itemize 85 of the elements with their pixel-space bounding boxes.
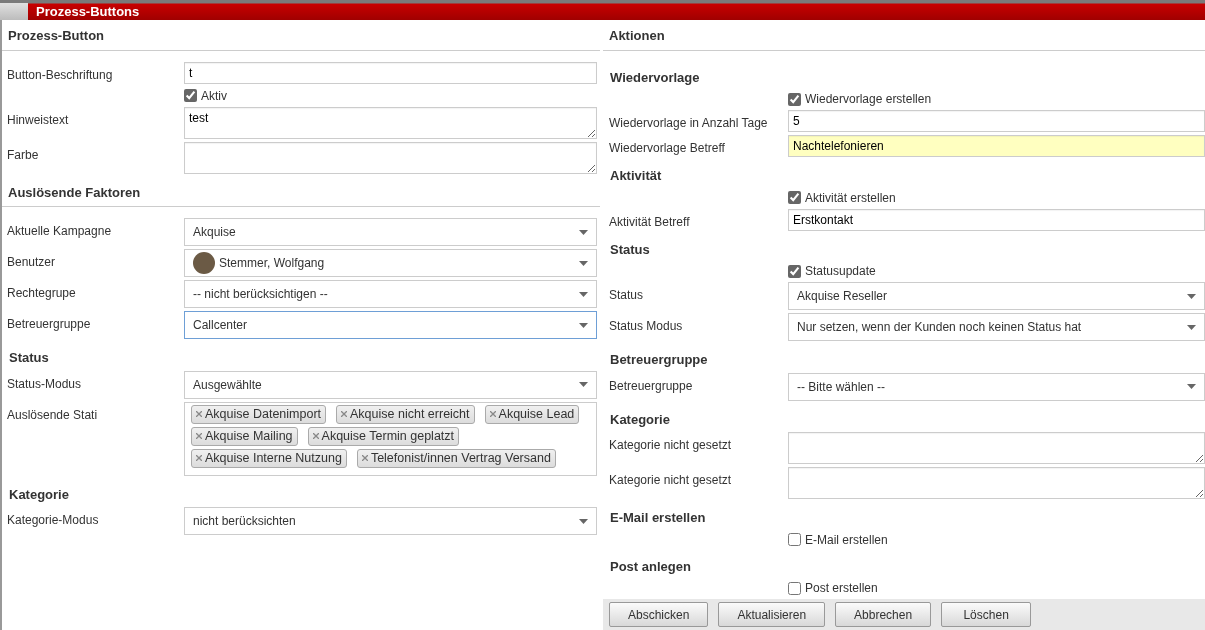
field-label: Status Modus — [608, 318, 684, 335]
checkbox-label: Wiedervorlage erstellen — [805, 91, 932, 108]
field-label: Hinweistext — [6, 111, 70, 129]
group-heading: Kategorie — [609, 410, 671, 429]
dropdown[interactable]: Callcenter — [184, 311, 597, 339]
field-label: Wiedervorlage Betreff — [608, 140, 726, 157]
dropdown[interactable]: Stemmer, Wolfgang — [184, 249, 597, 277]
checkbox[interactable] — [788, 92, 801, 106]
group-heading: Post anlegen — [609, 557, 692, 576]
checkbox-label: E-Mail erstellen — [805, 531, 888, 549]
checkbox[interactable] — [184, 89, 197, 102]
field-label: Kategorie-Modus — [6, 512, 100, 529]
group-heading: Betreuergruppe — [609, 351, 709, 369]
remove-icon — [489, 411, 496, 417]
dropdown[interactable]: Akquise — [184, 218, 597, 246]
remove-icon — [341, 411, 348, 417]
field-label: Auslösende Stati — [6, 406, 99, 424]
section-title: Prozess-Button — [2, 20, 600, 51]
caret-icon — [579, 518, 588, 524]
dropdown[interactable]: -- nicht berücksichtigen -- — [184, 280, 597, 308]
input-field[interactable]: t — [184, 61, 597, 84]
field-label: Wiedervorlage in Anzahl Tage — [608, 115, 769, 132]
checkbox-label: Statusupdate — [805, 263, 876, 280]
caret-icon — [579, 291, 588, 297]
dropdown[interactable]: Akquise Reseller — [788, 282, 1205, 310]
caret-icon — [1187, 293, 1196, 299]
tag-field[interactable]: Akquise Datenimport Akquise nicht erreicht Akquise Lead Akquise Mailing Akquise Termin geplatzt Akquise Interne Nutzung Telefonist/innen Vertrag Versand — [184, 401, 597, 476]
checkbox[interactable] — [788, 581, 801, 595]
dropdown[interactable]: nicht berücksichten — [184, 507, 597, 535]
remove-icon — [196, 455, 202, 461]
caret-icon — [1187, 324, 1196, 330]
remove-icon — [196, 411, 202, 417]
checkbox[interactable] — [788, 533, 801, 546]
tag[interactable]: Akquise nicht erreicht — [336, 404, 475, 424]
section-title: Aktionen — [603, 20, 1205, 51]
field-label: Rechtegrupe — [6, 285, 77, 302]
field-label: Status-Modus — [6, 375, 83, 393]
field-label: Farbe — [6, 146, 40, 164]
caret-icon — [579, 322, 588, 328]
dropdown[interactable]: Nur setzen, wenn der Kunden noch keinen Status hat — [788, 313, 1205, 341]
dropdown[interactable]: -- Bitte wählen -- — [788, 372, 1205, 401]
group-heading: Status — [8, 349, 50, 367]
tag[interactable]: Akquise Interne Nutzung — [191, 448, 347, 468]
checkbox-label: Aktiv — [201, 87, 227, 105]
field-label: Status — [608, 287, 645, 304]
checkbox[interactable] — [788, 264, 801, 278]
group-heading: Aktivität — [609, 167, 663, 185]
input-field[interactable]: 5 — [788, 110, 1205, 132]
field-label: Kategorie nicht gesetzt — [608, 437, 733, 454]
field-label: Aktuelle Kampagne — [6, 223, 113, 240]
tag[interactable]: Akquise Termin geplatzt — [307, 426, 460, 446]
input-field[interactable]: Nachtelefonieren — [788, 135, 1205, 157]
caret-icon — [1187, 384, 1196, 389]
tag[interactable]: Akquise Mailing — [191, 426, 298, 446]
checkbox[interactable] — [788, 191, 801, 204]
checkbox-label: Post erstellen — [805, 580, 878, 597]
field-label: Betreuergruppe — [6, 316, 92, 333]
form-button[interactable]: Löschen — [941, 602, 1032, 627]
remove-icon — [361, 455, 368, 461]
tag[interactable]: Akquise Lead — [484, 404, 580, 424]
caret-icon — [579, 260, 588, 266]
dropdown[interactable]: Ausgewählte — [184, 370, 597, 399]
section-title: Auslösende Faktoren — [2, 176, 600, 207]
remove-icon — [312, 433, 319, 439]
field-label: Button-Beschriftung — [6, 66, 114, 84]
checkbox-label: Aktivität erstellen — [805, 189, 896, 207]
group-heading: E-Mail erstellen — [609, 509, 707, 527]
field-label: Benutzer — [6, 254, 57, 271]
tag[interactable]: Telefonist/innen Vertrag Versand — [356, 448, 556, 468]
text-area[interactable]: test — [184, 106, 597, 139]
remove-icon — [196, 433, 202, 439]
group-heading: Wiedervorlage — [609, 68, 701, 87]
group-heading: Status — [609, 240, 651, 259]
field-label: Betreuergruppe — [608, 377, 694, 395]
form-button[interactable]: Abbrechen — [835, 602, 932, 627]
form-button[interactable]: Abschicken — [609, 602, 709, 627]
input-field[interactable]: Erstkontakt — [788, 208, 1205, 231]
field-label: Kategorie nicht gesetzt — [608, 472, 733, 489]
group-heading: Kategorie — [8, 485, 70, 504]
caret-icon — [579, 382, 588, 387]
caret-icon — [579, 229, 588, 235]
tag[interactable]: Akquise Datenimport — [191, 404, 327, 424]
field-label: Aktivität Betreff — [608, 213, 691, 231]
panel-title: Prozess-Buttons — [36, 3, 140, 20]
form-button[interactable]: Aktualisieren — [718, 602, 826, 627]
